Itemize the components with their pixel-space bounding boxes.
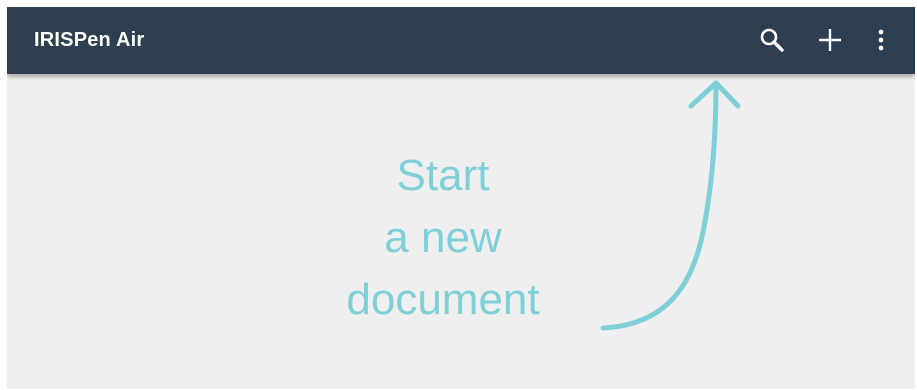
plus-icon	[819, 29, 841, 51]
overflow-menu-button[interactable]	[858, 17, 904, 63]
more-vert-icon	[878, 29, 884, 51]
search-button[interactable]	[749, 17, 795, 63]
app-bar: IRISPen Air	[7, 7, 915, 74]
app-window: IRISPen Air Start a new document	[7, 7, 915, 389]
app-title: IRISPen Air	[34, 29, 145, 51]
search-icon	[760, 28, 784, 52]
add-document-button[interactable]	[807, 17, 853, 63]
